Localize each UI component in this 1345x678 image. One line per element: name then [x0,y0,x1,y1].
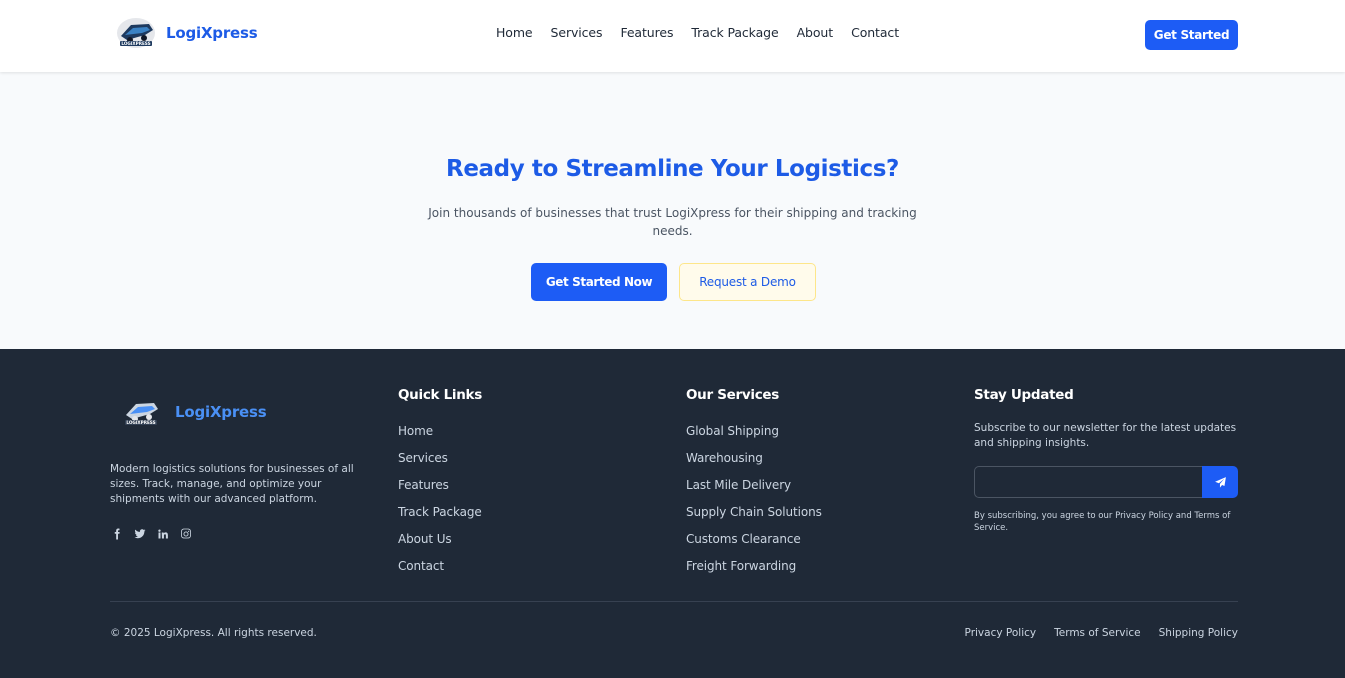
newsletter-form [974,466,1238,498]
newsletter-title: Stay Updated [974,387,1074,403]
nav-about[interactable]: About [797,25,834,40]
brand-link[interactable]: LOGIXPRESS LogiXpress [115,15,258,51]
nav-features[interactable]: Features [620,25,673,40]
get-started-button[interactable]: Get Started [1145,20,1238,50]
site-header: LOGIXPRESS LogiXpress Home Services Feat… [0,0,1345,72]
nav-home[interactable]: Home [496,25,533,40]
service-link-last-mile[interactable]: Last Mile Delivery [686,477,822,504]
cta-title: Ready to Streamline Your Logistics? [446,156,899,182]
legal-links: Privacy Policy Terms of Service Shipping… [965,627,1238,639]
social-links [110,527,192,540]
send-icon [1214,476,1226,488]
services-column: Our Services Global Shipping Warehousing… [686,387,822,585]
svg-text:LOGIXPRESS: LOGIXPRESS [126,420,155,425]
shipping-policy-link[interactable]: Shipping Policy [1159,627,1238,639]
brand-name: LogiXpress [166,24,258,42]
footer-link-features[interactable]: Features [398,477,482,504]
get-started-now-button[interactable]: Get Started Now [531,263,667,301]
footer-link-services[interactable]: Services [398,450,482,477]
main-nav: Home Services Features Track Package Abo… [496,25,917,40]
service-link-global-shipping[interactable]: Global Shipping [686,423,822,450]
newsletter-text: Subscribe to our newsletter for the late… [974,422,1237,449]
newsletter-submit-button[interactable] [1202,466,1238,498]
logo-icon: LOGIXPRESS [125,403,158,425]
footer-link-track-package[interactable]: Track Package [398,504,482,531]
logo-icon: LOGIXPRESS [117,18,155,48]
site-footer: LOGIXPRESS LogiXpress Modern logistics s… [0,349,1345,678]
nav-contact[interactable]: Contact [851,25,899,40]
footer-brand-name: LogiXpress [175,403,267,421]
instagram-icon[interactable] [179,527,192,540]
cta-subtitle: Join thousands of businesses that trust … [428,206,917,238]
footer-link-about-us[interactable]: About Us [398,531,482,558]
terms-of-service-link[interactable]: Terms of Service [1054,627,1141,639]
linkedin-icon[interactable] [156,527,169,540]
twitter-icon[interactable] [133,527,146,540]
footer-divider [110,601,1238,602]
copyright: © 2025 LogiXpress. All rights reserved. [110,627,317,639]
newsletter-email-input[interactable] [974,466,1202,498]
service-link-warehousing[interactable]: Warehousing [686,450,822,477]
service-link-customs[interactable]: Customs Clearance [686,531,822,558]
nav-services[interactable]: Services [551,25,603,40]
service-link-supply-chain[interactable]: Supply Chain Solutions [686,504,822,531]
footer-link-home[interactable]: Home [398,423,482,450]
nav-track-package[interactable]: Track Package [691,25,778,40]
footer-description: Modern logistics solutions for businesse… [110,463,354,505]
footer-link-contact[interactable]: Contact [398,558,482,585]
request-demo-button[interactable]: Request a Demo [679,263,816,301]
quick-links-column: Quick Links Home Services Features Track… [398,387,482,585]
facebook-icon[interactable] [110,527,123,540]
newsletter-note: By subscribing, you agree to our Privacy… [974,511,1231,533]
svg-text:LOGIXPRESS: LOGIXPRESS [121,41,150,46]
footer-brand[interactable]: LOGIXPRESS LogiXpress [120,395,267,429]
cta-section: Ready to Streamline Your Logistics? Join… [0,72,1345,349]
newsletter-column: Stay Updated Subscribe to our newsletter… [974,387,1239,533]
service-link-freight[interactable]: Freight Forwarding [686,558,822,585]
privacy-policy-link[interactable]: Privacy Policy [965,627,1037,639]
quick-links-title: Quick Links [398,387,482,403]
services-title: Our Services [686,387,780,403]
